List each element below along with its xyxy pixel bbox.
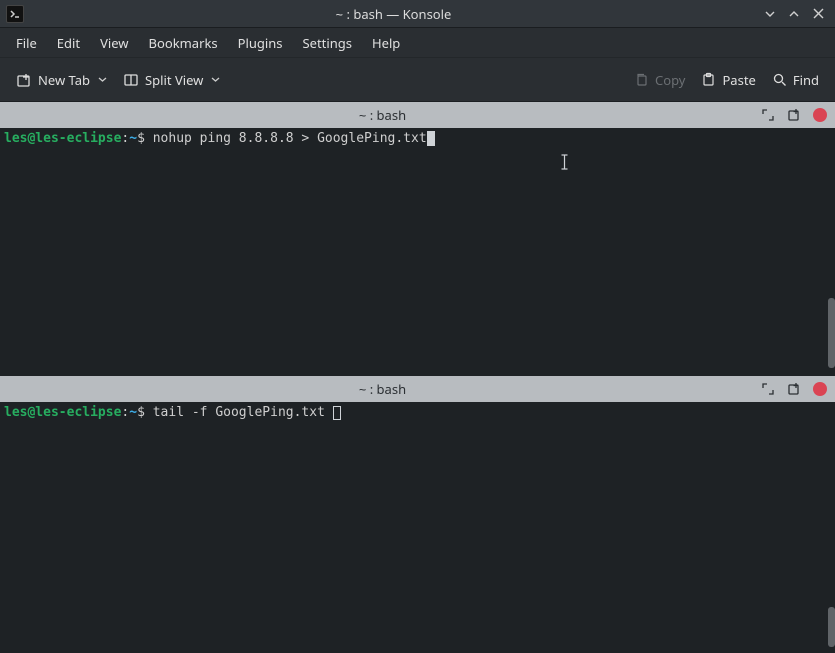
pane1-maximize-icon[interactable] [759,106,777,124]
paste-label: Paste [722,71,755,89]
find-label: Find [793,71,819,89]
pane1-header[interactable]: ~ : bash [0,102,835,128]
toolbar: New Tab Split View Copy Paste Find [0,58,835,102]
paste-button[interactable]: Paste [693,65,763,95]
maximize-button[interactable] [783,3,805,25]
new-tab-button[interactable]: New Tab [8,65,115,95]
terminal-pane-1[interactable]: les@les-eclipse:~$ nohup ping 8.8.8.8 > … [0,128,835,376]
prompt-dollar: $ [137,405,153,420]
pane1-close-icon[interactable] [811,106,829,124]
pane1-title: ~ : bash [6,106,759,124]
prompt-line: les@les-eclipse:~$ tail -f GooglePing.tx… [4,404,831,422]
prompt-line: les@les-eclipse:~$ nohup ping 8.8.8.8 > … [4,130,831,148]
menu-bookmarks[interactable]: Bookmarks [139,29,228,57]
text-cursor [333,406,341,420]
close-button[interactable] [807,3,829,25]
pane2-close-icon[interactable] [811,380,829,398]
prompt-dollar: $ [137,131,153,146]
ibeam-cursor-icon [560,153,562,171]
split-view-label: Split View [145,71,203,89]
pane1-newtab-icon[interactable] [785,106,803,124]
prompt-userhost: les@les-eclipse [4,131,121,146]
minimize-button[interactable] [759,3,781,25]
app-icon [6,5,24,23]
menu-file[interactable]: File [6,29,47,57]
menu-edit[interactable]: Edit [47,29,90,57]
paste-icon [701,72,716,87]
pane2-maximize-icon[interactable] [759,380,777,398]
pane2-header[interactable]: ~ : bash [0,376,835,402]
copy-button[interactable]: Copy [626,65,693,95]
pane2-newtab-icon[interactable] [785,380,803,398]
chevron-down-icon [211,75,220,84]
command-text: tail -f GooglePing.txt [153,405,333,420]
title-bar: ~ : bash — Konsole [0,0,835,28]
text-cursor [427,131,435,146]
scrollbar-thumb[interactable] [828,298,835,368]
copy-icon [634,72,649,87]
scrollbar-thumb[interactable] [828,607,835,647]
chevron-down-icon [98,75,107,84]
menu-help[interactable]: Help [362,29,410,57]
menu-view[interactable]: View [90,29,138,57]
command-text: nohup ping 8.8.8.8 > GooglePing.txt [153,131,427,146]
window-title: ~ : bash — Konsole [30,5,757,23]
copy-label: Copy [655,71,685,89]
menu-bar: File Edit View Bookmarks Plugins Setting… [0,28,835,58]
find-button[interactable]: Find [764,65,827,95]
prompt-path: ~ [129,131,137,146]
new-tab-icon [16,72,32,88]
menu-settings[interactable]: Settings [293,29,362,57]
prompt-userhost: les@les-eclipse [4,405,121,420]
menu-plugins[interactable]: Plugins [228,29,293,57]
pane2-title: ~ : bash [6,380,759,398]
split-view-button[interactable]: Split View [115,65,228,95]
prompt-path: ~ [129,405,137,420]
new-tab-label: New Tab [38,71,90,89]
split-view-icon [123,72,139,88]
terminal-pane-2[interactable]: les@les-eclipse:~$ tail -f GooglePing.tx… [0,402,835,653]
search-icon [772,72,787,87]
